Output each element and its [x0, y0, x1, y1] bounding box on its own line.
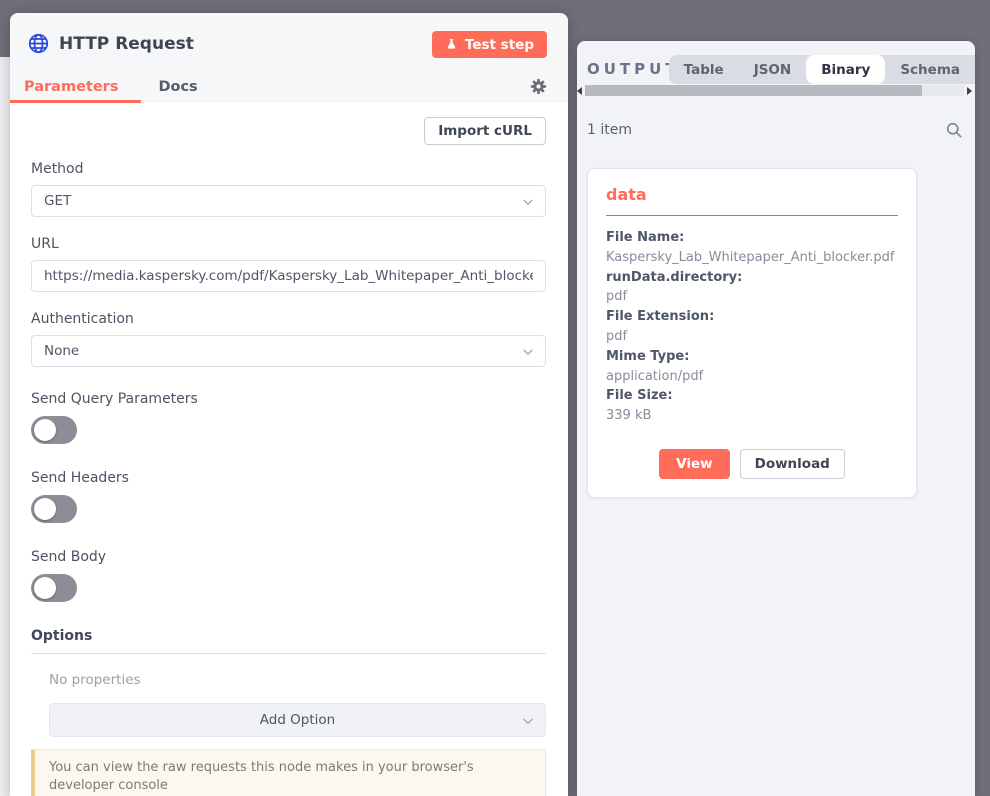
test-step-button[interactable]: Test step: [432, 31, 547, 58]
url-input[interactable]: [31, 260, 546, 292]
import-curl-button[interactable]: Import cURL: [424, 117, 546, 145]
tab-parameters[interactable]: Parameters: [24, 79, 118, 95]
card-divider: [606, 215, 898, 216]
send-body-group: Send Body: [31, 549, 546, 602]
no-properties-text: No properties: [49, 672, 546, 688]
scrollbar-thumb[interactable]: [585, 85, 922, 96]
output-panel: OUTPUT TableJSONBinarySchema 1 item data…: [577, 41, 975, 796]
authentication-label: Authentication: [31, 311, 546, 327]
binary-field-value: Kaspersky_Lab_Whitepaper_Anti_blocker.pd…: [606, 248, 898, 268]
binary-field-value: 339 kB: [606, 406, 898, 426]
node-header: HTTP Request Test step Parameters Docs: [10, 13, 568, 103]
send-headers-group: Send Headers: [31, 470, 546, 523]
binary-data-card: data File Name:Kaspersky_Lab_Whitepaper_…: [587, 168, 917, 498]
active-tab-underline: [10, 100, 141, 103]
method-label: Method: [31, 161, 546, 177]
method-group: Method GET: [31, 161, 546, 217]
send-headers-toggle[interactable]: [31, 495, 77, 523]
options-heading: Options: [31, 628, 546, 654]
node-tabs: Parameters Docs: [10, 70, 568, 103]
binary-field-label: File Name:: [606, 228, 898, 248]
authentication-group: Authentication None: [31, 311, 546, 367]
authentication-select[interactable]: None: [31, 335, 546, 367]
chevron-down-icon: [521, 714, 535, 732]
send-query-parameters-label: Send Query Parameters: [31, 391, 546, 407]
items-count: 1 item: [587, 122, 632, 138]
binary-field-label: Mime Type:: [606, 347, 898, 367]
output-tab-table[interactable]: Table: [669, 55, 739, 84]
output-view-tabs: TableJSONBinarySchema: [669, 55, 975, 84]
search-icon[interactable]: [945, 121, 963, 139]
globe-icon: [28, 33, 49, 54]
send-headers-label: Send Headers: [31, 470, 546, 486]
method-select[interactable]: GET: [31, 185, 546, 217]
view-button[interactable]: View: [659, 449, 729, 479]
url-label: URL: [31, 236, 546, 252]
scrollbar-track[interactable]: [585, 85, 964, 96]
download-button[interactable]: Download: [740, 449, 845, 479]
output-tab-json[interactable]: JSON: [739, 55, 807, 84]
node-parameters-body: Import cURL Method GET URL Authenticatio…: [10, 103, 568, 796]
send-body-label: Send Body: [31, 549, 546, 565]
send-query-parameters-group: Send Query Parameters: [31, 391, 546, 444]
output-title: OUTPUT: [587, 60, 680, 78]
url-group: URL: [31, 236, 546, 292]
raw-requests-notice: You can view the raw requests this node …: [31, 749, 546, 796]
binary-field-label: File Size:: [606, 386, 898, 406]
output-tab-binary[interactable]: Binary: [806, 55, 885, 84]
horizontal-scrollbar: [577, 84, 972, 97]
binary-field-label: runData.directory:: [606, 268, 898, 288]
canvas-edge: [0, 57, 10, 796]
gear-icon[interactable]: [530, 78, 547, 95]
add-option-button[interactable]: Add Option: [49, 703, 546, 737]
output-tab-schema[interactable]: Schema: [885, 55, 975, 84]
binary-field-list: File Name:Kaspersky_Lab_Whitepaper_Anti_…: [606, 228, 898, 426]
chevron-down-icon: [521, 345, 535, 363]
flask-icon: [445, 38, 458, 51]
send-query-parameters-toggle[interactable]: [31, 416, 77, 444]
tab-docs[interactable]: Docs: [158, 79, 197, 95]
node-title: HTTP Request: [59, 34, 194, 54]
chevron-down-icon: [521, 195, 535, 213]
send-body-toggle[interactable]: [31, 574, 77, 602]
binary-field-value: pdf: [606, 327, 898, 347]
binary-key-title: data: [606, 185, 898, 204]
binary-field-label: File Extension:: [606, 307, 898, 327]
binary-field-value: application/pdf: [606, 367, 898, 387]
node-settings-panel: HTTP Request Test step Parameters Docs: [10, 13, 568, 796]
binary-field-value: pdf: [606, 287, 898, 307]
scrollbar-right-arrow[interactable]: [967, 87, 972, 95]
scrollbar-left-arrow[interactable]: [577, 87, 582, 95]
